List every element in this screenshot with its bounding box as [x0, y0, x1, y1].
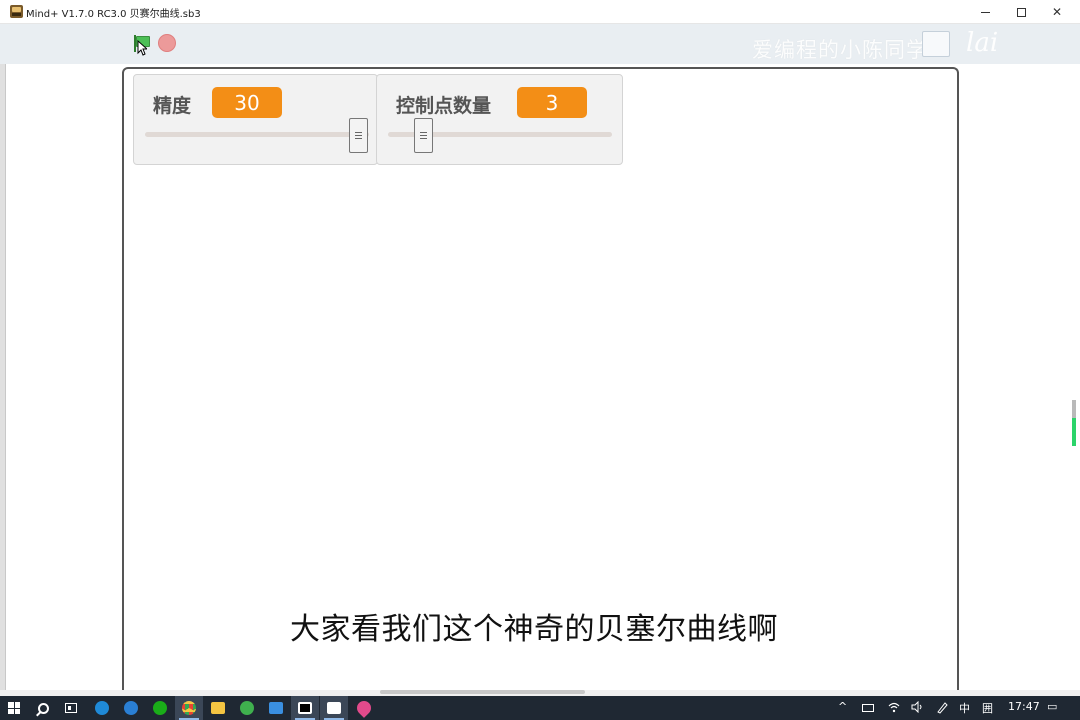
drop-icon [354, 698, 374, 718]
left-panel-divider [5, 64, 6, 696]
window-title: Mind+ V1.7.0 RC3.0 贝赛尔曲线.sb3 [26, 9, 201, 20]
ime-language[interactable]: 中 [959, 700, 970, 716]
battery-icon[interactable] [862, 704, 874, 712]
horizontal-scrollbar[interactable] [380, 690, 585, 694]
taskbar-app-mindplus[interactable] [320, 696, 348, 720]
monitor-label: 控制点数量 [396, 95, 492, 117]
video-watermark: 爱编程的小陈同学 [752, 38, 928, 62]
taskbar-app-edge[interactable] [88, 696, 116, 720]
monitor-label: 精度 [153, 95, 192, 117]
start-button[interactable] [0, 696, 28, 720]
capcut-icon [298, 702, 312, 714]
stage-size-toggle[interactable] [922, 31, 950, 57]
mindplus-app-icon [10, 5, 23, 18]
task-view-button[interactable] [57, 696, 85, 720]
taskbar-app-browser[interactable] [233, 696, 261, 720]
wifi-icon[interactable] [888, 701, 900, 713]
slider-thumb[interactable] [349, 118, 368, 153]
minimize-icon [980, 11, 990, 13]
file-explorer-icon [211, 702, 225, 714]
windows-taskbar: ^ 中 囲 17:47 ▭ [0, 696, 1080, 720]
taskbar-app-explorer[interactable] [204, 696, 232, 720]
notification-icon[interactable]: ▭ [1047, 700, 1057, 713]
monitor-value: 30 [212, 87, 282, 118]
variable-monitor-precision: 精度 30 [133, 74, 378, 165]
taskbar-app-ie[interactable] [117, 696, 145, 720]
taskbar-app-wechat[interactable] [146, 696, 174, 720]
taskbar-app-drop[interactable] [350, 696, 378, 720]
ie-icon [124, 701, 138, 715]
close-button[interactable]: ✕ [1038, 0, 1076, 24]
app-blue-icon [269, 702, 283, 714]
scroll-indicator-active [1072, 418, 1076, 446]
close-icon: ✕ [1051, 5, 1063, 19]
scroll-indicator-track [1072, 400, 1076, 418]
monitor-value: 3 [517, 87, 587, 118]
maximize-icon [1016, 7, 1026, 17]
task-view-icon [65, 703, 77, 713]
taskbar-app-capcut[interactable] [291, 696, 319, 720]
edge-icon [95, 701, 109, 715]
windows-logo-icon [8, 702, 20, 714]
browser-green-icon [240, 701, 254, 715]
minimize-button[interactable] [966, 0, 1004, 24]
stop-button[interactable] [158, 34, 176, 52]
search-button[interactable] [29, 696, 57, 720]
pen-icon[interactable] [936, 701, 949, 714]
search-icon [37, 702, 49, 714]
tray-overflow-chevron[interactable]: ^ [838, 700, 847, 713]
slider-thumb[interactable] [414, 118, 433, 153]
taskbar-app-blue[interactable] [262, 696, 290, 720]
variable-monitor-control-points: 控制点数量 3 [376, 74, 623, 165]
mouse-cursor-icon [137, 40, 147, 56]
window-titlebar: Mind+ V1.7.0 RC3.0 贝赛尔曲线.sb3 ✕ [0, 0, 1080, 24]
mindplus-icon [327, 702, 341, 714]
watermark-logo: lai [966, 28, 999, 58]
side-scroll-indicator[interactable] [1072, 400, 1076, 450]
clock[interactable]: 17:47 [1008, 700, 1040, 713]
maximize-button[interactable] [1002, 0, 1040, 24]
wechat-icon [153, 701, 167, 715]
chrome-icon [182, 701, 196, 715]
taskbar-app-chrome[interactable] [175, 696, 203, 720]
video-subtitle: 大家看我们这个神奇的贝塞尔曲线啊 [290, 612, 778, 647]
ime-mode[interactable]: 囲 [982, 700, 993, 716]
volume-icon[interactable] [911, 701, 924, 713]
slider-track[interactable] [145, 132, 369, 137]
